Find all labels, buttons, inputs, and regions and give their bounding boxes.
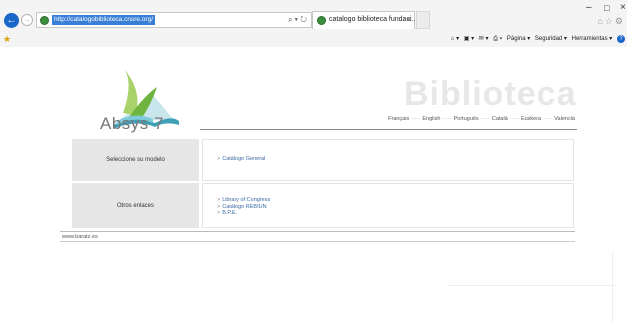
address-bar[interactable]: http://catalogobiblioteca.cnsre.org/ ⌕ ▾… xyxy=(36,12,312,28)
page-menu-button[interactable]: Página ▾ xyxy=(507,36,530,42)
row-label: Seleccione su modelo xyxy=(106,157,165,163)
footer-divider-bottom xyxy=(60,241,575,242)
url-text[interactable]: http://catalogobiblioteca.cnsre.org/ xyxy=(52,15,156,25)
back-button[interactable]: ← xyxy=(4,13,19,28)
link-label: Catálogo REBIUN xyxy=(222,203,267,210)
row-links-cell: > Catálogo General xyxy=(202,139,574,181)
browser-chrome: ← → http://catalogobiblioteca.cnsre.org/… xyxy=(0,0,627,47)
command-bar: ★ ⌂ ▾ ▣ ▾ ✉ ▾ ⎙ ▾ Página ▾ Seguridad ▾ H… xyxy=(0,34,627,46)
lang-separator: ····· xyxy=(509,116,519,122)
other-links-row: Otros enlaces > Library of Congress > Catá… xyxy=(72,183,574,228)
row-label: Otros enlaces xyxy=(116,202,155,209)
minimize-button[interactable]: – xyxy=(586,2,592,13)
catalogo-general-link[interactable]: > Catálogo General xyxy=(217,156,265,163)
link-label: Catálogo General xyxy=(222,156,266,162)
search-refresh-icons[interactable]: ⌕ ▾ ↻ xyxy=(288,15,307,25)
baratz-footer-link[interactable]: www.baratz.es xyxy=(62,234,98,240)
row-label-cell: Otros enlaces xyxy=(72,183,199,228)
tools-menu-button[interactable]: Herramientas ▾ xyxy=(572,36,613,42)
tab-catalogo[interactable]: catalogo biblioteca fundaci... × xyxy=(312,11,418,29)
link-prefix: > xyxy=(217,156,221,162)
decorative-vline xyxy=(612,252,613,322)
lang-link-basque[interactable]: Euskera xyxy=(521,116,541,122)
lang-separator: ····· xyxy=(442,116,452,122)
home-favorites-settings-icons[interactable]: ⌂☆⚙ xyxy=(597,16,625,27)
decorative-line xyxy=(447,285,617,286)
lang-link-portuguese[interactable]: Português xyxy=(454,116,479,122)
link-label: B.P.E. xyxy=(222,210,238,216)
help-icon[interactable]: ? xyxy=(617,35,625,43)
home-menu-button[interactable]: ⌂ ▾ xyxy=(451,36,459,42)
bpe-link[interactable]: > B.P.E. xyxy=(217,210,270,217)
lang-link-english[interactable]: English xyxy=(422,116,440,122)
close-window-button[interactable]: × xyxy=(620,2,626,13)
mail-menu-button[interactable]: ✉ ▾ xyxy=(479,36,489,42)
link-label: Library of Congress xyxy=(222,197,271,203)
lang-link-french[interactable]: Français xyxy=(388,116,409,122)
maximize-button[interactable]: □ xyxy=(604,3,609,13)
new-tab-button[interactable] xyxy=(416,11,430,29)
print-menu-button[interactable]: ⎙ ▾ xyxy=(493,36,502,42)
link-prefix: > xyxy=(217,197,221,203)
tab-title: catalogo biblioteca fundaci... xyxy=(329,16,418,23)
logo-text: Absys 7 xyxy=(100,114,164,133)
footer-divider xyxy=(60,231,575,232)
arrow-left-icon: ← xyxy=(6,15,17,26)
link-prefix: > xyxy=(217,203,221,210)
lang-link-catalan[interactable]: Català xyxy=(492,116,508,122)
absys-book-logo-icon xyxy=(113,70,179,129)
model-selection-row: Seleccione su modelo > Catálogo General xyxy=(72,139,574,181)
arrow-right-icon: → xyxy=(23,15,31,24)
page-title: Biblioteca xyxy=(404,75,577,113)
lang-separator: ····· xyxy=(411,116,421,122)
link-prefix: > xyxy=(217,210,221,216)
site-favicon-icon xyxy=(40,16,49,25)
language-links: Français ····· English ····· Português ····· C… xyxy=(388,116,575,122)
row-links-cell: > Library of Congress > Catálogo REBIUN > B… xyxy=(202,183,574,228)
lang-separator: ····· xyxy=(543,116,553,122)
page-content: Absys 7 Biblioteca Français ····· English ·… xyxy=(0,47,627,323)
lang-link-valencian[interactable]: Valencià xyxy=(554,116,575,122)
header-divider xyxy=(200,129,577,130)
tab-favicon-icon xyxy=(317,16,326,25)
forward-button[interactable]: → xyxy=(21,14,33,26)
feeds-menu-button[interactable]: ▣ ▾ xyxy=(464,36,474,42)
favorites-star-icon[interactable]: ★ xyxy=(3,34,11,45)
row-label-cell: Seleccione su modelo xyxy=(72,139,199,181)
safety-menu-button[interactable]: Seguridad ▾ xyxy=(535,36,567,42)
tab-close-icon[interactable]: × xyxy=(406,15,411,24)
lang-separator: ····· xyxy=(480,116,490,122)
